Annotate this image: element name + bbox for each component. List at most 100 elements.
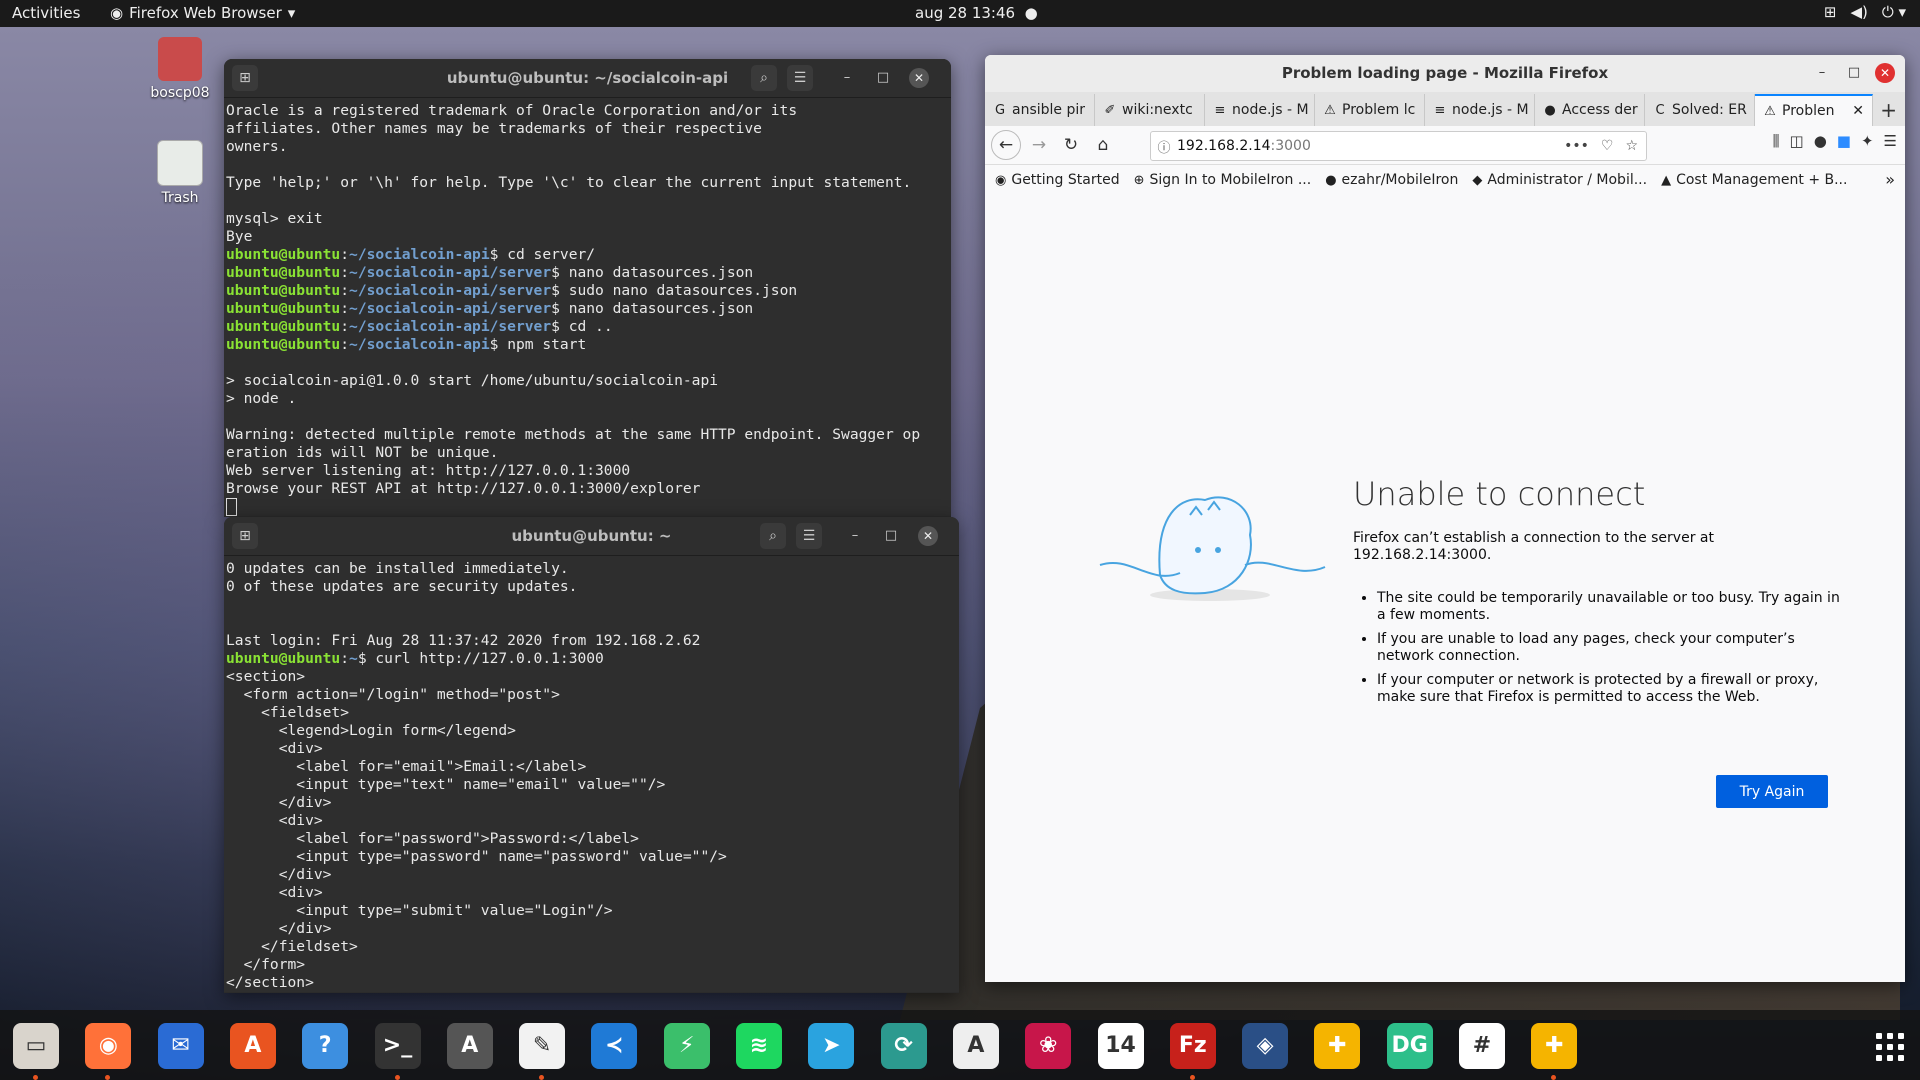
slack-icon[interactable]: #: [1459, 1023, 1505, 1069]
desktop-icon-home[interactable]: boscp08: [140, 37, 220, 101]
hamburger-menu-icon[interactable]: ☰: [1884, 132, 1897, 150]
bookmark-star-icon[interactable]: ☆: [1625, 138, 1638, 154]
chevron-right-icon[interactable]: »: [1885, 170, 1895, 189]
tab-0[interactable]: Gansible pir: [985, 94, 1095, 126]
close-icon[interactable]: ✕: [918, 526, 938, 546]
minimize-icon[interactable]: –: [1811, 62, 1833, 84]
tab-5[interactable]: ● Access der: [1535, 94, 1645, 126]
terminal-line: ubuntu@ubuntu:~/socialcoin-api/server$ c…: [226, 318, 951, 336]
desktop-icon-trash[interactable]: Trash: [140, 140, 220, 206]
clock[interactable]: aug 28 13:46 ●: [915, 4, 1038, 22]
bookmark-item[interactable]: ◆ Administrator / Mobil...: [1472, 172, 1647, 188]
back-button[interactable]: ←: [991, 130, 1021, 160]
url-bar[interactable]: ⓘ 192.168.2.14:3000 ••• ♡ ☆: [1150, 131, 1647, 161]
bookmark-item[interactable]: ⊕ Sign In to MobileIron ...: [1134, 172, 1312, 188]
datagrip-icon[interactable]: DG: [1386, 1023, 1433, 1069]
telegram-icon[interactable]: ➤: [808, 1023, 855, 1069]
terminal-line: <div>: [226, 812, 323, 829]
page-actions-icon[interactable]: •••: [1564, 138, 1589, 154]
tab-2[interactable]: ≡ node.js - M: [1205, 94, 1315, 126]
terminal-line: <label for="email">Email:</label>: [226, 758, 587, 775]
bookmark-item[interactable]: ◉ Getting Started: [995, 172, 1120, 188]
home-button[interactable]: ⌂: [1089, 131, 1117, 159]
bookmark-item[interactable]: ● ezahr/MobileIron: [1325, 172, 1458, 188]
firefox-titlebar[interactable]: Problem loading page - Mozilla Firefox –…: [985, 55, 1905, 92]
close-icon[interactable]: ✕: [909, 68, 929, 88]
terminal-titlebar[interactable]: ⊞ ubuntu@ubuntu: ~/socialcoin-api ⌕ ☰ – …: [224, 59, 951, 98]
software-center-icon[interactable]: A: [229, 1023, 276, 1069]
show-applications-icon[interactable]: [1876, 1033, 1904, 1061]
terminal-line: Bye: [226, 228, 253, 245]
dictionary-icon[interactable]: A: [952, 1023, 999, 1069]
close-icon[interactable]: ✕: [1875, 63, 1895, 83]
wiki-icon: ✐: [1104, 102, 1116, 118]
menu-icon[interactable]: ☰: [787, 65, 813, 91]
help-icon[interactable]: ?: [302, 1023, 349, 1069]
system-tray[interactable]: ⊞ ◀) ⏻ ▾: [1824, 3, 1906, 21]
stackoverflow-icon: ≡: [1214, 102, 1226, 118]
maximize-icon[interactable]: □: [872, 67, 894, 89]
terminal-icon[interactable]: >_: [374, 1023, 421, 1069]
tab-6[interactable]: C Solved: ER: [1645, 94, 1755, 126]
terminal-cursor-line: [226, 498, 951, 516]
maximize-icon[interactable]: □: [1843, 62, 1865, 84]
terminal-window-home[interactable]: ⊞ ubuntu@ubuntu: ~ ⌕ ☰ – □ ✕ 0 updates c…: [224, 517, 959, 993]
prompt-path: ~: [349, 650, 358, 667]
terminal-output[interactable]: 0 updates can be installed immediately. 0…: [224, 556, 959, 992]
tab-3[interactable]: ⚠ Problem lc: [1315, 94, 1425, 126]
minimize-icon[interactable]: –: [844, 525, 866, 547]
network-icon[interactable]: ⊞: [1824, 3, 1837, 21]
error-title: Unable to connect: [1353, 475, 1646, 513]
terminal-titlebar[interactable]: ⊞ ubuntu@ubuntu: ~ ⌕ ☰ – □ ✕: [224, 517, 959, 556]
tab-4[interactable]: ≡ node.js - M: [1425, 94, 1535, 126]
terminal-output[interactable]: Oracle is a registered trademark of Orac…: [224, 98, 951, 516]
close-tab-icon[interactable]: ✕: [1852, 103, 1864, 119]
software-updater-icon[interactable]: A: [446, 1023, 493, 1069]
minimize-icon[interactable]: –: [836, 67, 858, 89]
extensions-icon[interactable]: ✦: [1861, 132, 1874, 150]
filezilla-icon[interactable]: Fz: [1169, 1023, 1216, 1069]
sidebar-icon[interactable]: ◫: [1790, 132, 1804, 150]
new-tab-button[interactable]: +: [1880, 98, 1897, 122]
library-icon[interactable]: ⫼: [1773, 132, 1780, 150]
account-icon[interactable]: ●: [1814, 132, 1827, 150]
menu-icon[interactable]: ☰: [796, 523, 822, 549]
reload-button[interactable]: ↻: [1057, 131, 1085, 159]
prompt-command: $ curl http://127.0.0.1:3000: [357, 650, 604, 667]
spotify-icon[interactable]: ≋: [736, 1023, 782, 1069]
maximize-icon[interactable]: □: [880, 525, 902, 547]
tab-1[interactable]: ✐ wiki:nextc: [1095, 94, 1205, 126]
pocket-icon[interactable]: ♡: [1601, 138, 1614, 154]
search-icon[interactable]: ⌕: [751, 65, 777, 91]
remmina-icon[interactable]: ⟳: [880, 1023, 927, 1069]
raspberry-icon[interactable]: ❀: [1025, 1023, 1072, 1069]
volume-icon[interactable]: ◀): [1850, 3, 1867, 21]
vmware-icon[interactable]: ✚: [1314, 1023, 1361, 1069]
activities-button[interactable]: Activities: [12, 4, 80, 22]
forward-button[interactable]: →: [1025, 131, 1053, 159]
bookmark-item[interactable]: ▲ Cost Management + B...: [1661, 172, 1847, 188]
vmware-workstation-icon[interactable]: ✚: [1531, 1023, 1578, 1069]
vscode-icon[interactable]: ≺: [591, 1023, 638, 1069]
search-icon[interactable]: ⌕: [760, 523, 786, 549]
prompt-separator: :: [340, 282, 350, 299]
suggestion-item: The site could be temporarily unavailabl…: [1377, 590, 1852, 624]
tab-7[interactable]: ⚠ Problen ✕: [1755, 94, 1873, 126]
firefox-window[interactable]: Problem loading page - Mozilla Firefox –…: [985, 55, 1905, 982]
try-again-button[interactable]: Try Again: [1716, 775, 1828, 808]
power-icon[interactable]: ⏻ ▾: [1882, 3, 1906, 21]
terminal-line: <input type="password" name="password" v…: [226, 848, 727, 865]
firefox-icon[interactable]: ◉: [85, 1023, 132, 1069]
thunderbird-icon[interactable]: ✉: [157, 1023, 204, 1069]
files-icon[interactable]: ▭: [13, 1023, 59, 1069]
text-editor-icon[interactable]: ✎: [519, 1023, 566, 1069]
virtualbox-icon[interactable]: ◈: [1242, 1023, 1289, 1069]
postman-icon[interactable]: ⚡: [663, 1023, 710, 1069]
zoom-ext-icon[interactable]: ■: [1837, 132, 1851, 150]
info-icon[interactable]: ⓘ: [1151, 137, 1177, 156]
app-menu[interactable]: ◉ Firefox Web Browser ▾: [110, 4, 295, 22]
terminal-line: eration ids will NOT be unique.: [226, 444, 499, 461]
calendar-icon[interactable]: 14: [1097, 1023, 1144, 1069]
terminal-line: Web server listening at: http://127.0.0.…: [226, 462, 631, 479]
terminal-window-socialcoin[interactable]: ⊞ ubuntu@ubuntu: ~/socialcoin-api ⌕ ☰ – …: [224, 59, 951, 517]
